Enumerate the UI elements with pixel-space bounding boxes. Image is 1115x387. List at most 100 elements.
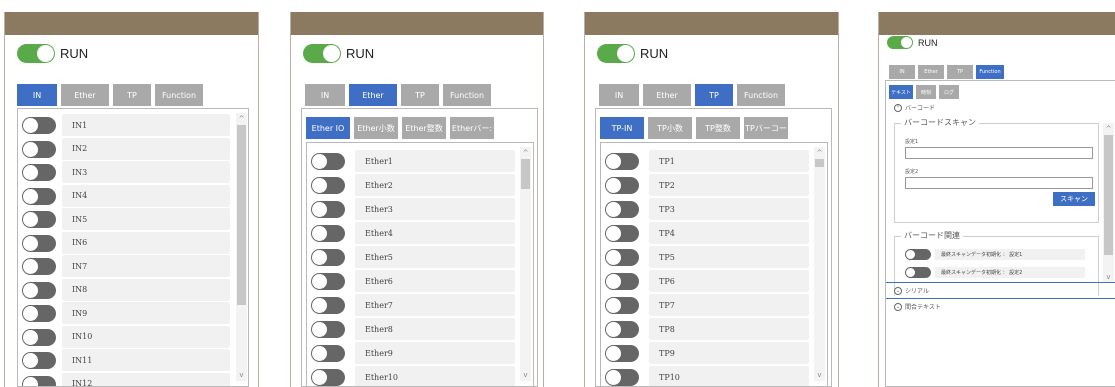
scroll-down-icon[interactable]: v (815, 371, 824, 379)
toggle-switch[interactable] (311, 201, 345, 218)
toggle-switch[interactable] (311, 177, 345, 194)
toggle-switch[interactable] (22, 328, 56, 346)
toggle-switch[interactable] (22, 234, 56, 252)
scroll-down-icon[interactable]: v (521, 371, 530, 379)
run-toggle[interactable] (303, 44, 341, 63)
scrollbar[interactable]: ^ v (236, 113, 247, 381)
tab-0[interactable]: IN (17, 84, 57, 106)
tab-2[interactable]: TP (113, 84, 151, 106)
setting1-input[interactable] (905, 147, 1093, 159)
tab-3[interactable]: Function (737, 84, 785, 106)
run-toggle[interactable] (597, 44, 635, 63)
toggle-switch[interactable] (311, 249, 345, 266)
tab-0[interactable]: TP-IN (600, 117, 644, 139)
scrollbar[interactable]: ^ v (814, 147, 825, 381)
scroll-up-icon[interactable]: ^ (237, 115, 246, 123)
toggle-switch[interactable] (605, 369, 639, 386)
scrollbar[interactable]: ^ v (520, 147, 531, 381)
scan-button[interactable]: スキャン (1053, 192, 1095, 206)
toggle-switch[interactable] (605, 225, 639, 242)
scroll-up-icon[interactable]: ^ (815, 149, 824, 157)
tab-2[interactable]: TP (695, 84, 733, 106)
tab-3[interactable]: Function (976, 65, 1004, 79)
toggle-switch[interactable] (605, 249, 639, 266)
toggle-switch[interactable] (22, 187, 56, 205)
item-label: IN2 (62, 137, 230, 160)
scroll-thumb[interactable] (237, 125, 246, 305)
tab-2[interactable]: TP (947, 65, 973, 79)
tab-2[interactable]: TP整数 (696, 117, 740, 139)
tab-0[interactable]: Ether IO (306, 117, 350, 139)
sub-tabs: TP-IN TP小数 TP整数 TPバーコー (600, 117, 792, 139)
toggle-switch[interactable] (22, 281, 56, 299)
scrollbar[interactable]: ^ v (1103, 123, 1114, 283)
run-toggle[interactable] (17, 44, 55, 63)
section-barcode-header[interactable]: ⌃ バーコード (894, 103, 935, 112)
list-item: IN1 (18, 114, 248, 140)
toggle-switch[interactable] (605, 201, 639, 218)
tab-1[interactable]: Ether小数 (354, 117, 398, 139)
section-serial-header[interactable]: ⌄ シリアル (894, 286, 929, 295)
tab-0[interactable]: IN (599, 84, 639, 106)
toggle-switch[interactable] (22, 117, 56, 134)
tab-2[interactable]: TP (401, 84, 439, 106)
toggle-switch[interactable] (311, 153, 345, 170)
run-toggle[interactable] (887, 36, 913, 49)
tab-1[interactable]: 時刻 (916, 85, 936, 99)
tab-1[interactable]: Ether (349, 84, 397, 106)
run-control: RUN (597, 44, 668, 63)
item-label: Ether7 (355, 294, 515, 316)
toggle-switch[interactable] (22, 305, 56, 322)
scroll-thumb[interactable] (1104, 135, 1113, 255)
tab-3[interactable]: Function (443, 84, 491, 106)
tab-1[interactable]: Ether (643, 84, 691, 106)
tab-1[interactable]: TP小数 (648, 117, 692, 139)
toggle-switch[interactable] (905, 249, 931, 260)
scroll-up-icon[interactable]: ^ (521, 149, 530, 157)
tab-1[interactable]: Ether (61, 84, 109, 106)
section-fixed-text-header[interactable]: ⌄ 間合テキスト (894, 302, 941, 311)
toggle-switch[interactable] (605, 153, 639, 170)
toggle-switch[interactable] (311, 369, 345, 386)
item-label: TP7 (649, 294, 809, 316)
list-item: TP7 (601, 294, 827, 320)
panel-ether: RUN IN Ether TP Function Ether IO Ether小数 Eth… (290, 12, 544, 387)
toggle-switch[interactable] (22, 164, 56, 181)
toggle-switch[interactable] (22, 375, 56, 386)
toggle-switch[interactable] (311, 273, 345, 290)
toggle-switch[interactable] (605, 345, 639, 362)
toggle-switch[interactable] (22, 211, 56, 228)
tab-0[interactable]: テキスト (889, 85, 913, 99)
toggle-switch[interactable] (605, 321, 639, 338)
tab-2[interactable]: Ether整数 (402, 117, 446, 139)
toggle-switch[interactable] (311, 225, 345, 242)
tab-0[interactable]: IN (305, 84, 345, 106)
section-fixed-text-label: 間合テキスト (905, 304, 941, 311)
toggle-switch[interactable] (22, 258, 56, 275)
item-label: Ether5 (355, 246, 515, 268)
scroll-up-icon[interactable]: ^ (1104, 125, 1113, 133)
item-label: IN5 (62, 208, 230, 230)
tab-3[interactable]: TPバーコー (744, 117, 788, 139)
tab-0[interactable]: IN (889, 65, 915, 79)
scroll-thumb[interactable] (815, 159, 824, 167)
toggle-switch[interactable] (605, 297, 639, 314)
toggle-switch[interactable] (311, 345, 345, 362)
setting2-input[interactable] (905, 177, 1093, 189)
toggle-switch[interactable] (22, 140, 56, 158)
scroll-down-icon[interactable]: v (237, 371, 246, 379)
toggle-switch[interactable] (605, 273, 639, 290)
tab-1[interactable]: Ether (918, 65, 944, 79)
toggle-switch[interactable] (605, 177, 639, 194)
main-tabs: IN Ether TP Function (305, 84, 495, 106)
tab-3[interactable]: Function (155, 84, 203, 106)
scroll-thumb[interactable] (521, 159, 530, 189)
toggle-switch[interactable] (311, 297, 345, 314)
toggle-switch[interactable] (22, 352, 56, 369)
toggle-switch[interactable] (905, 267, 931, 278)
tab-2[interactable]: ログ (939, 85, 959, 99)
list-item: IN6 (18, 231, 248, 258)
toggle-switch[interactable] (311, 321, 345, 338)
scroll-down-icon[interactable]: v (1104, 273, 1113, 281)
tab-3[interactable]: Etherバー: (450, 117, 494, 139)
